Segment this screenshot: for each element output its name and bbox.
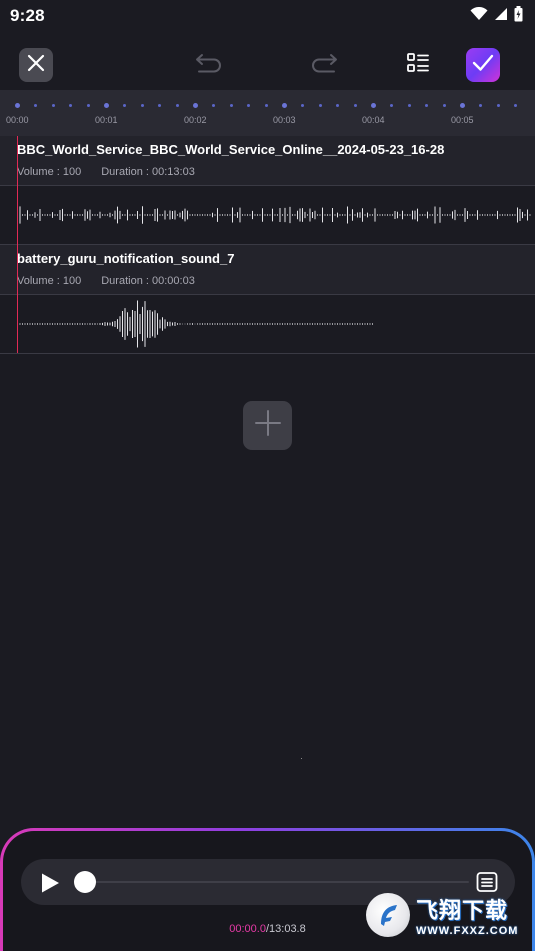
watermark-url: WWW.FXXZ.COM [416,925,519,937]
ruler-tick [158,104,162,107]
confirm-button[interactable] [466,48,500,82]
ruler-tick [443,104,447,107]
track-meta: Volume : 100 Duration : 00:00:03 [17,275,518,287]
ruler-tick [407,104,411,107]
ruler-label: 00:00 [6,115,29,125]
undo-button[interactable] [192,48,226,82]
ruler-tick [211,104,215,107]
playhead[interactable] [17,136,18,353]
play-icon [42,873,59,893]
ruler-tick [33,104,37,107]
ruler-tick [389,104,393,107]
track-list-button[interactable] [401,48,435,82]
ruler-tick [496,104,500,107]
plus-icon [254,409,282,442]
ruler-tick [478,104,482,107]
decorative-dot [301,758,302,759]
total-time: 13:03.8 [269,923,306,935]
ruler-label: 00:02 [184,115,207,125]
track-list: BBC_World_Service_BBC_World_Service_Onli… [0,136,535,354]
track-duration: Duration : 00:00:03 [101,275,195,287]
ruler-tick [354,104,358,107]
ruler-tick [460,103,465,108]
watermark-text: 飞翔下载 WWW.FXXZ.COM [416,893,518,937]
ruler-tick [336,104,340,107]
ruler-tick [282,103,287,108]
ruler-tick [193,103,198,108]
ruler-tick [247,104,251,107]
ruler-tick [87,104,91,107]
watermark-logo-icon [366,893,410,937]
list-icon [406,52,430,79]
ruler-tick [104,103,109,108]
play-button[interactable] [39,872,61,899]
ruler-label: 00:05 [451,115,474,125]
track-name: BBC_World_Service_BBC_World_Service_Onli… [17,142,445,157]
ruler-tick [265,104,269,107]
ruler-tick [122,104,126,107]
ruler-label: 00:03 [273,115,296,125]
waveform-graphic [19,206,531,224]
ruler-tick [229,104,233,107]
undo-icon [193,51,225,80]
ruler-tick [51,104,55,107]
watermark: 飞翔下载 WWW.FXXZ.COM [366,885,531,945]
ruler-tick [15,103,20,108]
check-icon [472,53,494,78]
current-time: 00:00.0 [229,923,266,935]
ruler-tick [140,104,144,107]
timeline-ruler[interactable]: 00:00 00:01 00:02 00:03 00:04 00:05 [0,90,535,136]
seek-thumb[interactable] [74,871,96,893]
track-waveform[interactable] [0,295,535,354]
track-waveform[interactable] [0,186,535,245]
ruler-tick [514,104,518,107]
track-header[interactable]: BBC_World_Service_BBC_World_Service_Onli… [0,136,535,186]
ruler-tick [176,104,180,107]
close-icon [27,54,45,77]
redo-icon [308,51,340,80]
track-header[interactable]: battery_guru_notification_sound_7 Volume… [0,245,535,295]
watermark-title: 飞翔下载 [416,898,509,923]
ruler-tick [371,103,376,108]
add-track-button[interactable] [243,401,292,450]
ruler-tick [425,104,429,107]
track-volume: Volume : 100 [17,166,82,178]
status-bar: 9:28 [0,0,535,32]
track-duration: Duration : 00:13:03 [101,166,195,178]
ruler-tick [300,104,304,107]
battery-icon [514,5,523,27]
ruler-label: 00:01 [95,115,118,125]
ruler-tick [69,104,73,107]
waveform-graphic [19,300,373,348]
status-icons [470,5,523,27]
signal-icon [494,7,508,26]
close-button[interactable] [19,48,53,82]
ruler-tick [318,104,322,107]
status-time: 9:28 [10,6,45,25]
redo-button[interactable] [307,48,341,82]
seek-bar[interactable] [89,881,469,883]
ruler-label: 00:04 [362,115,385,125]
track-name: battery_guru_notification_sound_7 [17,251,235,266]
track-volume: Volume : 100 [17,275,82,287]
track-meta: Volume : 100 Duration : 00:13:03 [17,166,518,178]
wifi-icon [470,6,488,26]
editor-toolbar [0,40,535,90]
